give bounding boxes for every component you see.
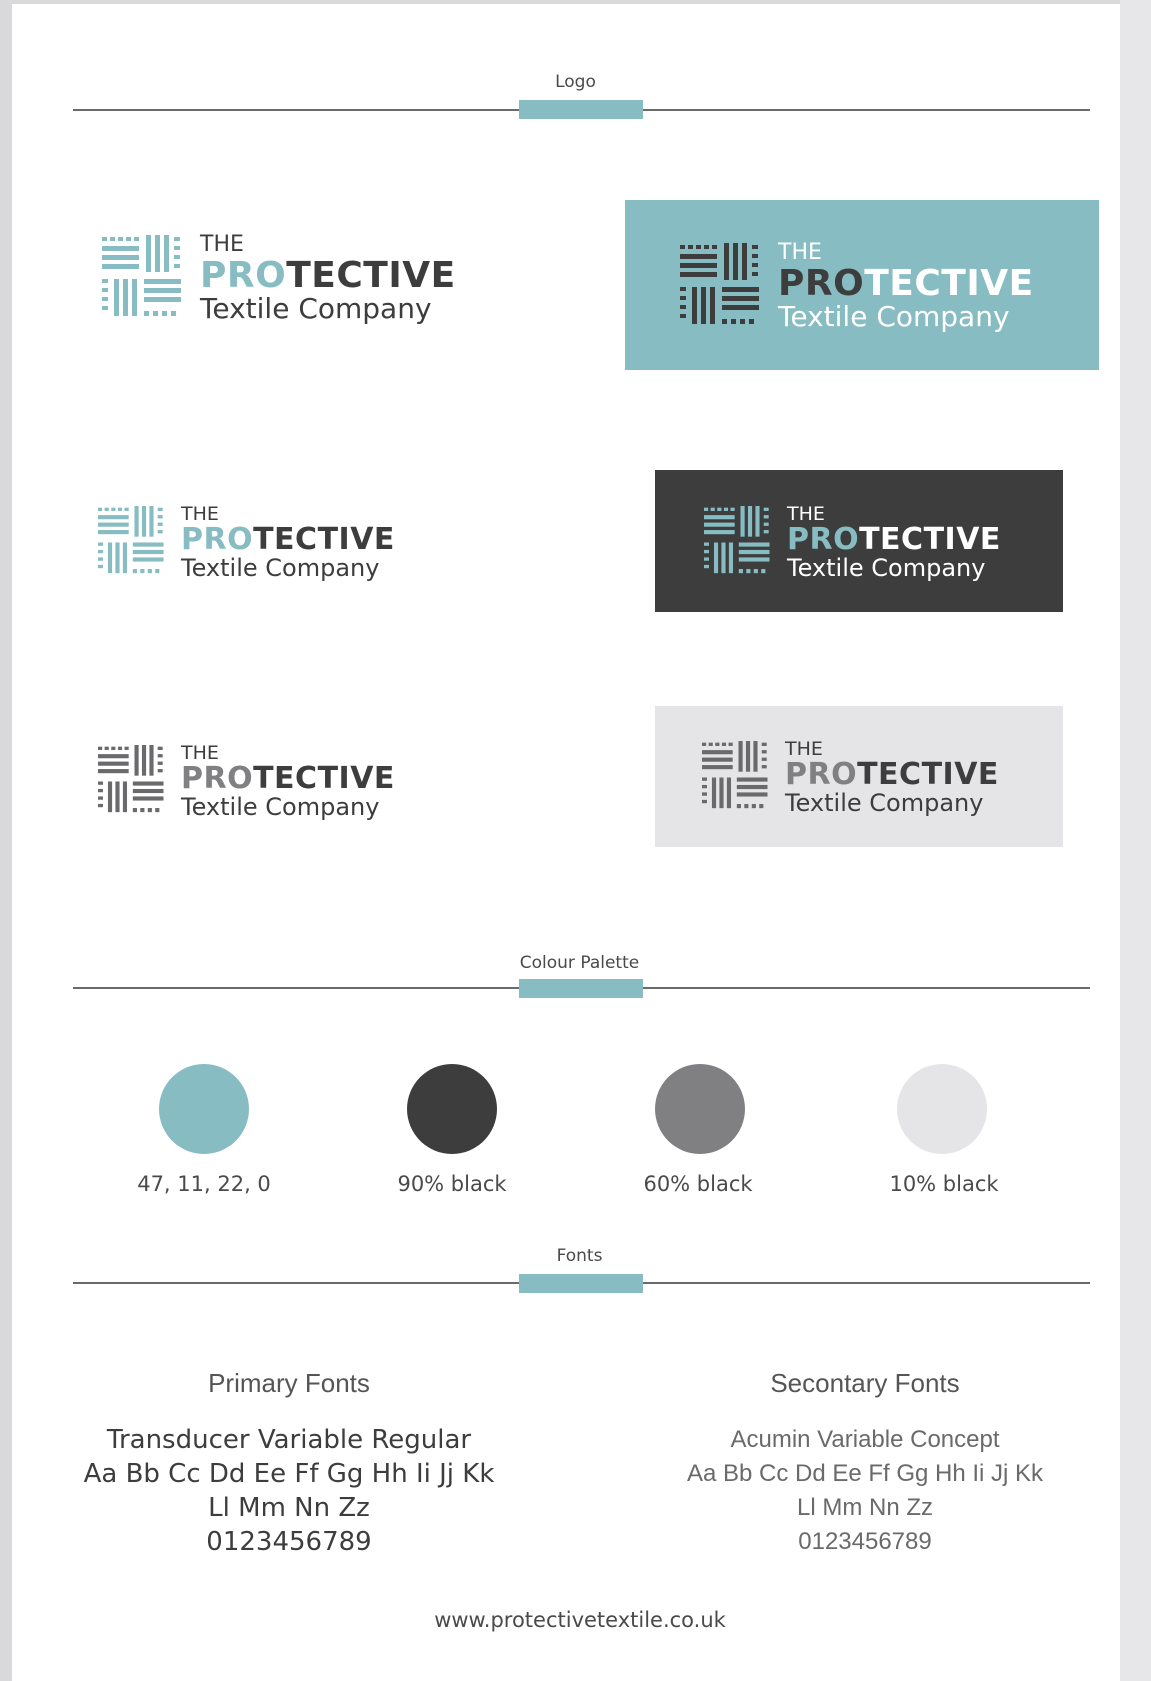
- section-tab-fonts: [519, 1274, 643, 1293]
- logo-tective-text: TECTIVE: [859, 522, 1001, 557]
- weave-mark-icon: [704, 506, 770, 574]
- swatch-label-10-black: 10% black: [889, 1172, 999, 1196]
- logo-pro-text: PRO: [181, 761, 254, 796]
- logo-grey-on-light: THE PROTECTIVE Textile Company: [702, 740, 1002, 817]
- section-tab-palette: [519, 979, 643, 998]
- logo-tective-text: TECTIVE: [857, 757, 999, 792]
- primary-font-name: Transducer Variable Regular: [106, 1425, 472, 1455]
- swatch-label-teal: 47, 11, 22, 0: [137, 1172, 271, 1196]
- logo-tagline-text: Textile Company: [787, 554, 986, 582]
- swatch-10-black: [897, 1064, 987, 1154]
- logo-tective-text: TECTIVE: [286, 255, 456, 296]
- logo-pro-text: PRO: [785, 757, 858, 792]
- logo-teal-on-white-small: THE PROTECTIVE Textile Company: [98, 505, 398, 582]
- swatch-label-90-black: 90% black: [397, 1172, 507, 1196]
- secondary-fonts-column: Secontary Fonts Acumin Variable Concept …: [625, 1368, 1105, 1559]
- weave-mark-icon: [98, 745, 164, 813]
- section-title-logo: Logo: [555, 72, 596, 92]
- section-tab-logo: [519, 100, 643, 119]
- footer-website: www.protectivetextile.co.uk: [434, 1608, 726, 1632]
- logo-pro-text: PRO: [181, 522, 254, 557]
- logo-pro-text: PRO: [787, 522, 860, 557]
- logo-the-text: THE: [200, 232, 244, 257]
- secondary-font-letters-1: Aa Bb Cc Dd Ee Ff Gg Hh Ii Jj Kk: [686, 1460, 1044, 1487]
- logo-pro-text: PRO: [778, 263, 865, 304]
- secondary-font-letters-2: Ll Mm Nn Zz: [796, 1494, 933, 1521]
- secondary-fonts-heading: Secontary Fonts: [770, 1368, 960, 1398]
- weave-mark-icon: [702, 741, 768, 809]
- weave-mark-icon: [680, 243, 759, 324]
- logo-tective-text: TECTIVE: [253, 761, 395, 796]
- swatch-60-black: [655, 1064, 745, 1154]
- primary-font-letters-1: Aa Bb Cc Dd Ee Ff Gg Hh Ii Jj Kk: [83, 1459, 495, 1489]
- primary-fonts-column: Primary Fonts Transducer Variable Regula…: [49, 1368, 529, 1559]
- section-title-fonts: Fonts: [556, 1246, 603, 1266]
- logo-the-text: THE: [778, 240, 822, 265]
- logo-tagline-text: Textile Company: [778, 300, 1010, 333]
- logo-tagline-text: Textile Company: [181, 793, 380, 821]
- logo-tective-text: TECTIVE: [864, 263, 1034, 304]
- swatch-teal: [159, 1064, 249, 1154]
- secondary-font-name: Acumin Variable Concept: [730, 1426, 1000, 1453]
- primary-fonts-heading: Primary Fonts: [208, 1368, 370, 1398]
- logo-dark-white-on-teal: THE PROTECTIVE Textile Company: [680, 242, 1040, 332]
- logo-pro-text: PRO: [200, 255, 287, 296]
- primary-font-digits: 0123456789: [206, 1527, 372, 1557]
- page-edge: [1120, 0, 1151, 1681]
- secondary-font-digits: 0123456789: [798, 1528, 932, 1555]
- swatch-label-60-black: 60% black: [643, 1172, 753, 1196]
- logo-tagline-text: Textile Company: [785, 789, 984, 817]
- primary-font-letters-2: Ll Mm Nn Zz: [208, 1493, 370, 1523]
- weave-mark-icon: [102, 235, 181, 316]
- logo-tagline-text: Textile Company: [181, 554, 380, 582]
- logo-teal-white-on-dark: THE PROTECTIVE Textile Company: [704, 505, 1004, 582]
- logo-tective-text: TECTIVE: [253, 522, 395, 557]
- logo-teal-on-white: THE PROTECTIVE Textile Company: [102, 234, 462, 324]
- logo-grey-on-white: THE PROTECTIVE Textile Company: [98, 744, 398, 821]
- swatch-90-black: [407, 1064, 497, 1154]
- logo-tagline-text: Textile Company: [200, 292, 432, 325]
- weave-mark-icon: [98, 506, 164, 574]
- section-title-palette: Colour Palette: [519, 953, 640, 973]
